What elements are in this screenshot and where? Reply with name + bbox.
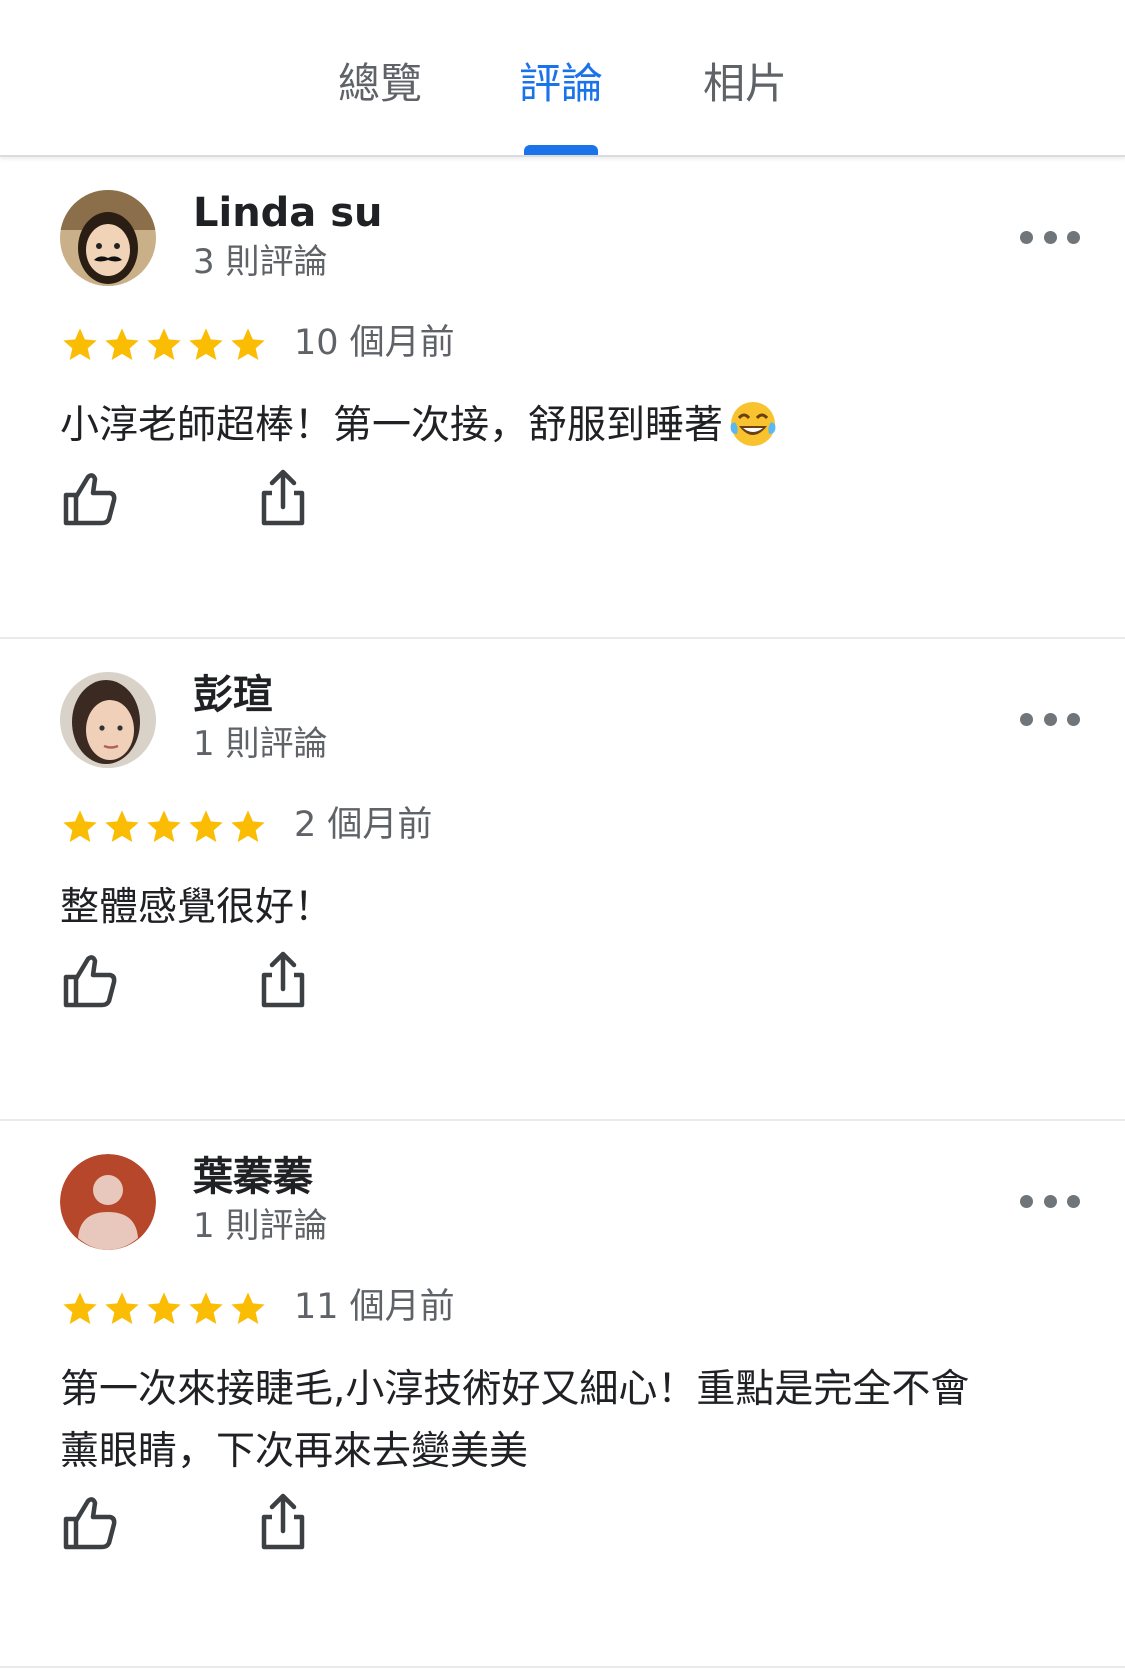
review-text-content: 整體感覺很好！	[60, 885, 334, 930]
tab-photos[interactable]: 相片	[700, 56, 790, 112]
review-date: 11 個月前	[294, 1287, 455, 1327]
star-icon	[147, 810, 181, 842]
share-icon	[261, 469, 305, 526]
share-button[interactable]	[256, 467, 312, 527]
more-dot-icon	[1020, 1194, 1033, 1208]
review-card: Linda su 3 則評論 10 個月前 小淳老師超棒！第一次接，舒服到睡著	[0, 157, 1125, 639]
review-card: 葉蓁蓁 1 則評論 11 個月前 第一次來接睫毛,小淳技術好又細心！重點是完全不…	[0, 1121, 1125, 1668]
star-icon	[105, 328, 139, 360]
review-text: 小淳老師超棒！第一次接，舒服到睡著	[60, 395, 1070, 457]
review-text: 整體感覺很好！	[60, 877, 1070, 939]
star-icon	[231, 810, 265, 842]
review-card: 彭瑄 1 則評論 2 個月前 整體感覺很好！	[0, 639, 1125, 1121]
review-text-content: 第一次來接睫毛,小淳技術好又細心！重點是完全不會 薰眼睛，下次再來去變美美	[60, 1367, 970, 1474]
star-icon	[231, 1292, 265, 1324]
avatar-photo-icon	[60, 190, 156, 286]
star-icon	[189, 810, 223, 842]
more-dot-icon	[1043, 230, 1057, 244]
star-icon	[63, 328, 97, 360]
more-dot-icon	[1020, 712, 1033, 726]
more-dot-icon	[1067, 230, 1080, 244]
more-dot-icon	[1067, 712, 1080, 726]
more-options-button[interactable]	[1020, 701, 1080, 737]
author-name[interactable]: Linda su	[193, 187, 383, 239]
star-icon	[189, 328, 223, 360]
star-rating	[60, 1287, 270, 1331]
star-icon	[63, 810, 97, 842]
thumbs-up-icon	[63, 1497, 117, 1550]
avatar[interactable]	[60, 672, 156, 768]
star-icon	[147, 1292, 181, 1324]
thumbs-up-icon	[63, 473, 117, 526]
face-with-tears-of-joy-icon	[730, 401, 776, 446]
share-icon	[261, 951, 305, 1008]
star-icon	[105, 810, 139, 842]
share-button[interactable]	[256, 949, 312, 1009]
review-text-content: 小淳老師超棒！第一次接，舒服到睡著	[60, 403, 724, 448]
star-icon	[231, 328, 265, 360]
more-dot-icon	[1043, 1194, 1057, 1208]
author-name[interactable]: 葉蓁蓁	[193, 1151, 313, 1203]
active-tab-indicator	[524, 145, 598, 155]
author-review-count: 1 則評論	[193, 1206, 328, 1246]
more-dot-icon	[1020, 230, 1033, 244]
thumbs-up-icon	[63, 955, 117, 1008]
more-dot-icon	[1043, 712, 1057, 726]
review-text: 第一次來接睫毛,小淳技術好又細心！重點是完全不會 薰眼睛，下次再來去變美美	[60, 1359, 1070, 1483]
tab-reviews[interactable]: 評論	[516, 56, 606, 112]
avatar[interactable]	[60, 1154, 156, 1250]
like-button[interactable]	[62, 951, 118, 1011]
star-icon	[105, 1292, 139, 1324]
share-button[interactable]	[256, 1491, 312, 1551]
author-name[interactable]: 彭瑄	[193, 669, 273, 721]
share-icon	[261, 1493, 305, 1550]
person-placeholder-icon	[60, 1154, 156, 1250]
tab-bar: 總覽 評論 相片	[0, 0, 1125, 157]
like-button[interactable]	[62, 1493, 118, 1553]
more-options-button[interactable]	[1020, 1183, 1080, 1219]
author-review-count: 1 則評論	[193, 724, 328, 764]
avatar[interactable]	[60, 190, 156, 286]
review-date: 2 個月前	[294, 805, 433, 845]
star-rating	[60, 323, 270, 367]
tab-overview[interactable]: 總覽	[335, 56, 425, 112]
star-rating	[60, 805, 270, 849]
like-button[interactable]	[62, 469, 118, 529]
more-options-button[interactable]	[1020, 219, 1080, 255]
star-icon	[189, 1292, 223, 1324]
star-icon	[63, 1292, 97, 1324]
more-dot-icon	[1067, 1194, 1080, 1208]
avatar-photo-icon	[60, 672, 156, 768]
reviews-page: 總覽 評論 相片 Linda su 3 則評論 10 個月前 小淳老師超棒！第一…	[0, 0, 1125, 1678]
review-date: 10 個月前	[294, 323, 455, 363]
star-icon	[147, 328, 181, 360]
author-review-count: 3 則評論	[193, 242, 328, 282]
